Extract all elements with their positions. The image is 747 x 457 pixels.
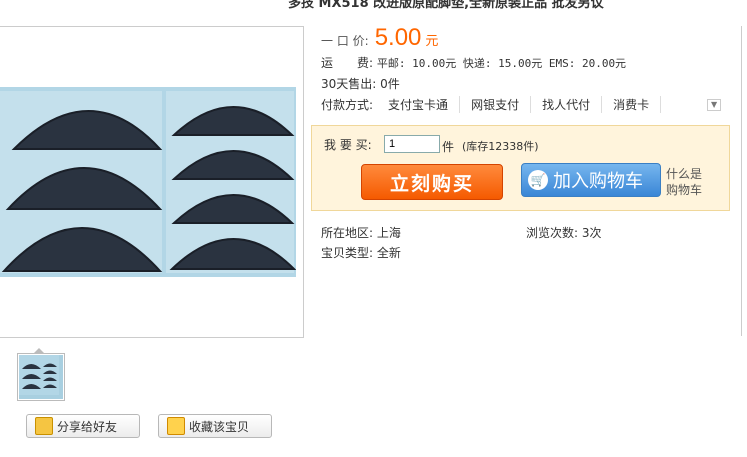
quantity-input[interactable] (384, 135, 440, 153)
price-unit: 元 (425, 34, 439, 49)
divider (741, 26, 747, 336)
views-label: 浏览次数: (526, 226, 579, 240)
what-is-cart-link[interactable]: 什么是购物车 (666, 166, 706, 198)
sold-row: 30天售出: 0件 (321, 75, 400, 92)
favorite-button[interactable]: 收藏该宝贝 (158, 414, 272, 438)
quantity-unit: 件 (442, 140, 455, 154)
payment-method[interactable]: 支付宝卡通 (377, 96, 461, 113)
payment-method[interactable]: 消费卡 (602, 96, 662, 113)
stock-count: (库存12338件) (462, 140, 539, 153)
sold-value: 0件 (380, 77, 400, 91)
region-label: 所在地区: (321, 226, 374, 240)
share-button[interactable]: 分享给好友 (26, 414, 140, 438)
payment-method[interactable]: 网银支付 (460, 96, 532, 113)
shipping-label: 运 费: (321, 56, 374, 70)
product-photo[interactable] (0, 87, 296, 277)
views-value: 3次 (581, 226, 602, 240)
favorite-label: 收藏该宝贝 (189, 419, 250, 434)
add-to-cart-button[interactable]: 🛒 加入购物车 (521, 163, 661, 197)
type-row: 宝贝类型: 全新 (321, 244, 401, 261)
sold-label: 30天售出: (321, 77, 377, 91)
price-row: 一 口 价: 5.00 元 (321, 24, 438, 52)
add-to-cart-label: 加入购物车 (553, 171, 643, 192)
share-icon (35, 417, 53, 435)
shipping-text: 平邮: 10.00元 快递: 15.00元 EMS: 20.00元 (376, 57, 627, 70)
payment-label: 付款方式: (321, 98, 374, 112)
region-value: 上海 (376, 226, 401, 240)
region-row: 所在地区: 上海 (321, 224, 401, 241)
share-label: 分享给好友 (57, 419, 118, 434)
favorite-icon (167, 417, 185, 435)
type-label: 宝贝类型: (321, 246, 374, 260)
type-value: 全新 (376, 246, 401, 260)
buy-now-button[interactable]: 立刻购买 (361, 164, 503, 200)
quantity-label: 我 要 买: (324, 138, 372, 152)
payment-row: 付款方式: 支付宝卡通 网银支付 找人代付 消费卡 ▼ (321, 96, 722, 113)
shipping-row: 运 费: 平邮: 10.00元 快递: 15.00元 EMS: 20.00元 (321, 54, 626, 71)
price-value: 5.00 (374, 24, 422, 51)
product-title: 多技 MX518 改进版原配脚垫,全新原装正品 批发另议 (288, 0, 604, 11)
purchase-panel: 我 要 买: 件 (库存12338件) 立刻购买 🛒 加入购物车 什么是购物车 (311, 125, 730, 211)
thumbnail-image[interactable] (17, 353, 65, 401)
price-label: 一 口 价: (321, 34, 369, 48)
views-row: 浏览次数: 3次 (526, 224, 602, 241)
payment-method[interactable]: 找人代付 (531, 96, 603, 113)
cart-icon: 🛒 (528, 170, 548, 190)
expand-payment-icon[interactable]: ▼ (707, 98, 722, 111)
